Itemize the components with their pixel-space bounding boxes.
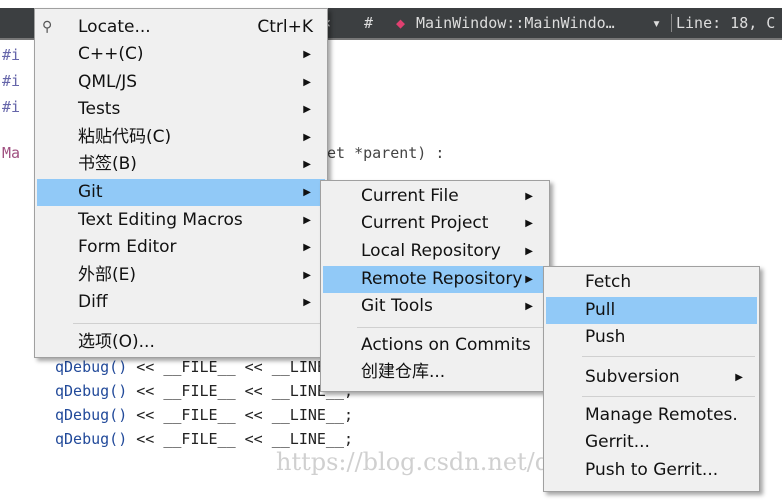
hash-icon: # — [364, 14, 374, 32]
chevron-right-icon: ▶ — [303, 104, 311, 115]
menu-item-label: Text Editing Macros — [78, 210, 243, 230]
menu-item-qml[interactable]: QML/JS ▶ — [37, 69, 325, 96]
code-line: qDebug() << __FILE__ << __LINE__; — [55, 382, 353, 400]
code-signature: et *parent) : — [327, 144, 445, 162]
menu-item-tests[interactable]: Tests ▶ — [37, 96, 325, 123]
chevron-right-icon: ▶ — [525, 191, 533, 202]
menu-item-actions-on-commits[interactable]: Actions on Commits — [323, 332, 547, 359]
code-rest: << __FILE__ << __LINE__; — [127, 430, 354, 448]
line-column-indicator[interactable]: Line: 18, C — [671, 14, 775, 32]
chevron-right-icon: ▶ — [525, 218, 533, 229]
menu-item-manage-remotes[interactable]: Manage Remotes. — [546, 402, 757, 429]
gutter-line: Ma — [2, 144, 21, 162]
menu-item-label: Form Editor — [78, 237, 177, 257]
menu-item-label: 粘贴代码(C) — [78, 127, 172, 147]
menu-item-subversion[interactable]: Subversion ▶ — [546, 364, 757, 391]
code-fn: qDebug() — [55, 382, 128, 400]
menu-item-gerrit[interactable]: Gerrit... — [546, 429, 757, 456]
menu-item-push[interactable]: Push — [546, 324, 757, 351]
menu-item-text-editing-macros[interactable]: Text Editing Macros ▶ — [37, 207, 325, 234]
menu-item-label: Push to Gerrit... — [585, 460, 719, 480]
tools-menu: ⚲ Locate... Ctrl+K C++(C) ▶ QML/JS ▶ Tests ▶ … — [34, 8, 328, 358]
menu-item-bookmarks[interactable]: 书签(B) ▶ — [37, 151, 325, 178]
menu-item-create-repository[interactable]: 创建仓库... — [323, 359, 547, 386]
chevron-right-icon: ▶ — [303, 270, 311, 281]
menu-item-label: Push — [585, 327, 626, 347]
menu-item-label: Fetch — [585, 272, 632, 292]
chevron-right-icon: ▶ — [303, 159, 311, 170]
chevron-right-icon: ▶ — [303, 49, 311, 60]
menu-item-label: Pull — [585, 300, 616, 320]
gutter-line: #i — [2, 46, 21, 64]
menu-item-label: Remote Repository — [361, 269, 523, 289]
menu-item-pull[interactable]: Pull — [546, 297, 757, 324]
chevron-right-icon: ▶ — [303, 77, 311, 88]
menu-separator — [582, 396, 755, 397]
chevron-right-icon: ▶ — [303, 132, 311, 143]
menu-item-label: Gerrit... — [585, 432, 650, 452]
chevron-right-icon: ▶ — [303, 215, 311, 226]
menu-item-label: Tests — [78, 99, 121, 119]
menu-item-options[interactable]: 选项(O)... — [37, 329, 325, 356]
menu-item-git[interactable]: Git ▶ — [37, 179, 325, 206]
menu-item-label: 外部(E) — [78, 265, 137, 285]
menu-item-external[interactable]: 外部(E) ▶ — [37, 262, 325, 289]
menu-item-locate[interactable]: ⚲ Locate... Ctrl+K — [37, 14, 325, 41]
menu-item-label: Git Tools — [361, 296, 433, 316]
menu-item-label: Git — [78, 182, 103, 202]
menu-item-label: Actions on Commits — [361, 335, 531, 355]
menu-item-local-repository[interactable]: Local Repository ▶ — [323, 238, 547, 265]
remote-repository-submenu: Fetch Pull Push Subversion ▶ Manage Remot… — [543, 266, 760, 492]
gutter-line: #i — [2, 72, 21, 90]
chevron-right-icon: ▶ — [525, 246, 533, 257]
menu-item-label: 书签(B) — [78, 154, 137, 174]
code-fn: qDebug() — [55, 430, 128, 448]
chevron-right-icon: ▶ — [303, 242, 311, 253]
menu-item-label: Locate... — [78, 17, 151, 37]
menu-separator — [582, 356, 755, 357]
chevron-right-icon: ▶ — [525, 301, 533, 312]
chevron-right-icon: ▶ — [303, 297, 311, 308]
menu-item-label: Diff — [78, 292, 108, 312]
menu-item-label: Subversion — [585, 367, 680, 387]
code-fn: qDebug() — [55, 358, 128, 376]
menu-item-current-project[interactable]: Current Project ▶ — [323, 210, 547, 237]
menu-separator — [73, 323, 323, 324]
chevron-right-icon: ▶ — [525, 274, 533, 285]
menu-item-label: 选项(O)... — [78, 332, 155, 352]
chevron-down-icon[interactable]: ▾ — [652, 14, 661, 32]
menu-item-label: C++(C) — [78, 44, 144, 64]
code-line: qDebug() << __FILE__ << __LINE__; — [55, 358, 353, 376]
menu-item-label: Current Project — [361, 213, 489, 233]
shortcut-label: Ctrl+K — [257, 17, 313, 37]
menu-item-remote-repository[interactable]: Remote Repository ▶ — [323, 266, 547, 293]
function-selector[interactable]: MainWindow::MainWindo… — [416, 14, 615, 32]
menu-item-label: Manage Remotes. — [585, 405, 738, 425]
code-line: qDebug() << __FILE__ << __LINE__; — [55, 430, 353, 448]
menu-item-label: Current File — [361, 186, 459, 206]
menu-item-cpp[interactable]: C++(C) ▶ — [37, 41, 325, 68]
menu-item-fetch[interactable]: Fetch — [546, 269, 757, 296]
function-icon: ◆ — [396, 14, 406, 32]
menu-item-push-to-gerrit[interactable]: Push to Gerrit... — [546, 457, 757, 484]
menu-item-git-tools[interactable]: Git Tools ▶ — [323, 293, 547, 320]
menu-item-label: Local Repository — [361, 241, 501, 261]
menu-item-form-editor[interactable]: Form Editor ▶ — [37, 234, 325, 261]
code-rest: << __FILE__ << __LINE__; — [127, 406, 354, 424]
menu-item-current-file[interactable]: Current File ▶ — [323, 183, 547, 210]
gutter-line: #i — [2, 98, 21, 116]
menu-item-paste-code[interactable]: 粘贴代码(C) ▶ — [37, 124, 325, 151]
chevron-right-icon: ▶ — [735, 372, 743, 383]
menu-item-label: QML/JS — [78, 72, 138, 92]
menu-item-diff[interactable]: Diff ▶ — [37, 289, 325, 316]
menu-item-label: 创建仓库... — [361, 362, 446, 382]
git-submenu: Current File ▶ Current Project ▶ Local Rep… — [320, 180, 550, 392]
search-icon: ⚲ — [42, 19, 53, 35]
code-line: qDebug() << __FILE__ << __LINE__; — [55, 406, 353, 424]
code-fn: qDebug() — [55, 406, 128, 424]
menu-separator — [357, 327, 545, 328]
chevron-right-icon: ▶ — [303, 187, 311, 198]
